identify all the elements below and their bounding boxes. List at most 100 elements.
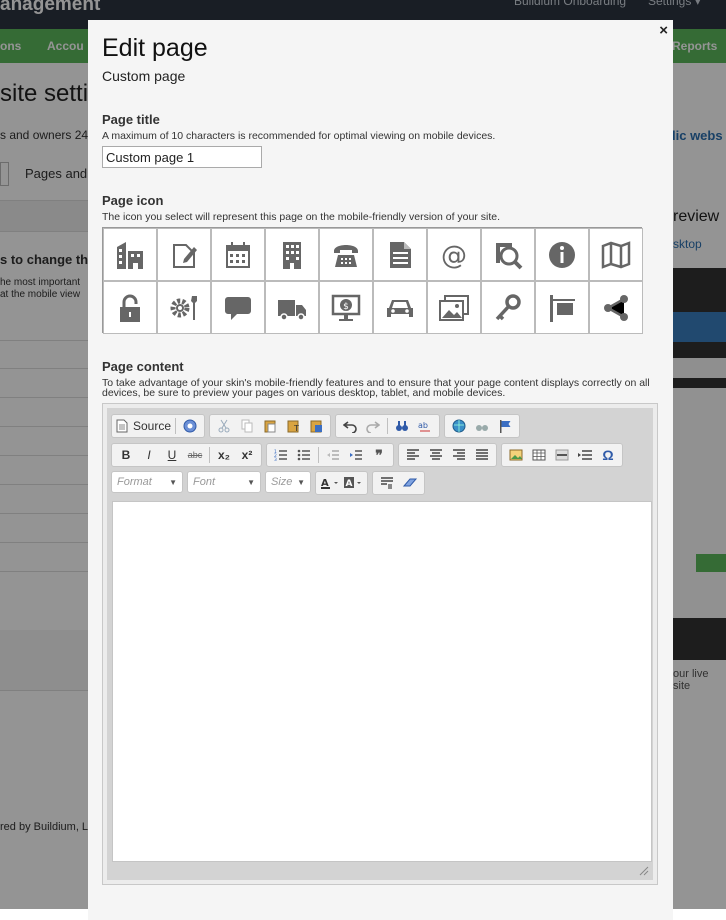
- outdent-icon: [327, 450, 339, 460]
- bulleted-list-button[interactable]: [293, 445, 315, 465]
- icon-option[interactable]: [157, 228, 211, 281]
- superscript-button[interactable]: x²: [236, 445, 258, 465]
- icon-option[interactable]: [157, 281, 211, 334]
- align-left-button[interactable]: [402, 445, 424, 465]
- copy-icon: [241, 419, 253, 433]
- toolbar-group: [444, 414, 521, 438]
- cut-button[interactable]: [213, 416, 235, 436]
- copy-button[interactable]: [236, 416, 258, 436]
- icon-option[interactable]: [103, 281, 157, 334]
- bulleted-list-icon: [297, 449, 310, 461]
- document-icon: [390, 241, 411, 268]
- replace-button[interactable]: ab: [414, 416, 436, 436]
- toolbar-group: ab: [335, 414, 441, 438]
- icon-option[interactable]: [589, 228, 643, 281]
- icon-option[interactable]: [211, 281, 265, 334]
- page-break-button[interactable]: [574, 445, 596, 465]
- toolbar-separator: [209, 447, 210, 463]
- table-button[interactable]: [528, 445, 550, 465]
- icon-option[interactable]: [319, 228, 373, 281]
- resize-handle-icon[interactable]: [639, 866, 649, 876]
- eraser-icon: [402, 478, 418, 487]
- undo-button[interactable]: [339, 416, 361, 436]
- svg-text:T: T: [293, 424, 299, 433]
- numbered-list-icon: 123: [274, 449, 287, 462]
- scayt-button[interactable]: [471, 416, 493, 436]
- justify-icon: [476, 449, 488, 460]
- align-left-icon: [407, 449, 419, 460]
- speech-bubble-icon: [225, 296, 251, 320]
- undo-icon: [343, 421, 357, 433]
- spellcheck-button[interactable]: [448, 416, 470, 436]
- subscript-button[interactable]: x₂: [213, 445, 235, 465]
- photos-icon: [439, 294, 469, 321]
- source-button[interactable]: Source: [115, 416, 172, 436]
- edit-page-modal: × Edit page Custom page Page title A max…: [88, 20, 673, 920]
- icon-option[interactable]: [265, 228, 319, 281]
- indent-button[interactable]: [345, 445, 367, 465]
- icon-option[interactable]: [211, 228, 265, 281]
- horizontal-rule-button[interactable]: [551, 445, 573, 465]
- paste-text-icon: T: [287, 420, 299, 433]
- strike-button[interactable]: abc: [184, 445, 206, 465]
- format-select[interactable]: Format ▼: [111, 471, 183, 493]
- car-icon: [387, 299, 413, 317]
- icon-option[interactable]: [535, 281, 589, 334]
- special-char-button[interactable]: Ω: [597, 445, 619, 465]
- numbered-list-button[interactable]: 123: [270, 445, 292, 465]
- icon-option[interactable]: [103, 228, 157, 281]
- find-button[interactable]: [391, 416, 413, 436]
- replace-icon: ab: [418, 421, 431, 432]
- toolbar-separator: [318, 447, 319, 463]
- templates-button[interactable]: [179, 416, 201, 436]
- anchor-button[interactable]: [494, 416, 516, 436]
- italic-button[interactable]: I: [138, 445, 160, 465]
- align-right-button[interactable]: [448, 445, 470, 465]
- page-title-label: Page title: [102, 112, 160, 127]
- close-button[interactable]: ×: [659, 22, 668, 39]
- editor-chrome: Source T ab B I U abc x₂ x² 1 2 3 ❞ Ω Fo…: [107, 408, 653, 880]
- background-color-icon: A: [344, 477, 361, 489]
- paste-word-icon: [310, 420, 323, 433]
- icon-option[interactable]: [373, 228, 427, 281]
- page-icon-label: Page icon: [102, 193, 164, 208]
- sign-post-icon: [550, 294, 575, 322]
- rich-text-editor: Source T ab B I U abc x₂ x² 1 2 3 ❞ Ω Fo…: [102, 403, 658, 885]
- icon-option[interactable]: $: [319, 281, 373, 334]
- modal-title: Edit page: [102, 34, 208, 62]
- text-color-button[interactable]: A: [319, 473, 341, 493]
- icon-option[interactable]: [427, 281, 481, 334]
- icon-option[interactable]: [265, 281, 319, 334]
- truck-icon: [278, 299, 306, 321]
- outdent-button[interactable]: [322, 445, 344, 465]
- bold-button[interactable]: B: [115, 445, 137, 465]
- image-button[interactable]: [505, 445, 527, 465]
- binoculars-gray-icon: [476, 425, 489, 431]
- icon-option[interactable]: [481, 281, 535, 334]
- icon-option[interactable]: @: [427, 228, 481, 281]
- paste-text-button[interactable]: T: [282, 416, 304, 436]
- svg-text:$: $: [343, 302, 349, 312]
- underline-button[interactable]: U: [161, 445, 183, 465]
- justify-button[interactable]: [471, 445, 493, 465]
- font-select[interactable]: Font ▼: [187, 471, 261, 493]
- editor-content-area[interactable]: [112, 501, 652, 862]
- settings-tools-icon: [170, 295, 197, 320]
- blockquote-button[interactable]: ❞: [368, 445, 390, 465]
- size-select[interactable]: Size ▼: [265, 471, 311, 493]
- icon-option[interactable]: [481, 228, 535, 281]
- page-title-input[interactable]: [102, 146, 262, 168]
- show-blocks-button[interactable]: [376, 473, 398, 493]
- icon-option[interactable]: [373, 281, 427, 334]
- align-center-button[interactable]: [425, 445, 447, 465]
- toolbar-group: 123 ❞: [266, 443, 394, 467]
- icon-option[interactable]: [589, 281, 643, 334]
- remove-format-button[interactable]: [399, 473, 421, 493]
- paste-button[interactable]: [259, 416, 281, 436]
- page-icon-help: The icon you select will represent this …: [102, 211, 501, 223]
- icon-option[interactable]: [535, 228, 589, 281]
- redo-button[interactable]: [362, 416, 384, 436]
- search-document-icon: [496, 242, 523, 269]
- bg-color-button[interactable]: A: [342, 473, 364, 493]
- paste-word-button[interactable]: [305, 416, 327, 436]
